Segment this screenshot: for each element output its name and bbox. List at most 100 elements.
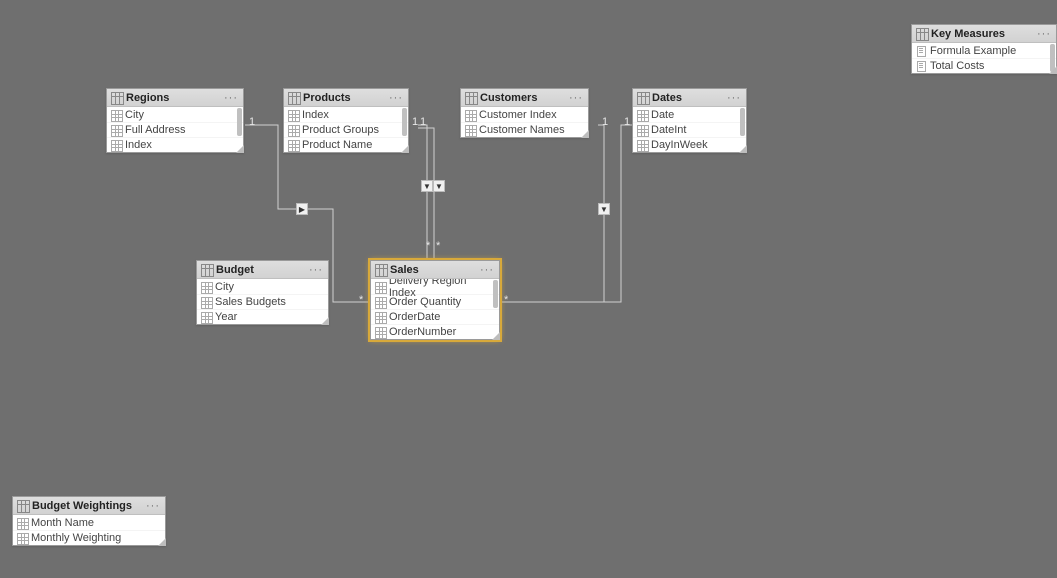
table-header[interactable]: Budget ··· [197,261,328,279]
cardinality-label-products-2: 1 [420,116,426,128]
table-header[interactable]: Dates ··· [633,89,746,107]
column-row[interactable]: DayInWeek [633,137,746,152]
table-icon [375,264,386,275]
column-row[interactable]: Index [107,137,243,152]
column-row[interactable]: Formula Example [912,43,1056,58]
column-icon [17,533,27,543]
table-icon [288,92,299,103]
column-row[interactable]: Customer Names [461,122,588,137]
table-card-budget[interactable]: Budget ··· City Sales Budgets Year [196,260,329,325]
column-name: Customer Names [479,124,565,136]
cardinality-label-sales-right: * [504,294,508,306]
resize-handle[interactable] [321,317,329,325]
column-row[interactable]: Year [197,309,328,324]
more-menu-button[interactable]: ··· [388,92,404,104]
column-name: Sales Budgets [215,296,286,308]
column-row[interactable]: DateInt [633,122,746,137]
column-icon [637,140,647,150]
table-icon [17,500,28,511]
column-icon [375,282,385,292]
column-row[interactable]: City [107,107,243,122]
column-row[interactable]: Product Groups [284,122,408,137]
column-icon [375,327,385,337]
column-name: Index [302,109,329,121]
more-menu-button[interactable]: ··· [223,92,239,104]
column-icon [201,282,211,292]
column-row[interactable]: Delivery Region Index [371,279,499,294]
more-menu-button[interactable]: ··· [145,500,161,512]
column-row[interactable]: OrderDate [371,309,499,324]
column-row[interactable]: City [197,279,328,294]
table-card-customers[interactable]: Customers ··· Customer Index Customer Na… [460,88,589,138]
column-icon [288,125,298,135]
table-card-budget-weightings[interactable]: Budget Weightings ··· Month Name Monthly… [12,496,166,546]
table-header[interactable]: Sales ··· [371,261,499,279]
resize-handle[interactable] [401,145,409,153]
column-icon [465,125,475,135]
column-name: Date [651,109,674,121]
table-title: Regions [126,92,223,104]
table-card-regions[interactable]: Regions ··· City Full Address Index [106,88,244,153]
table-header[interactable]: Key Measures ··· [912,25,1056,43]
filter-direction-arrow: ▶ [296,203,308,215]
table-icon [201,264,212,275]
column-name: Product Name [302,139,372,151]
column-name: OrderNumber [389,326,456,338]
cardinality-label-mid1: * [426,240,430,252]
cardinality-label-regions: 1 [249,116,255,128]
column-row[interactable]: Sales Budgets [197,294,328,309]
table-card-dates[interactable]: Dates ··· Date DateInt DayInWeek [632,88,747,153]
more-menu-button[interactable]: ··· [568,92,584,104]
column-row[interactable]: Full Address [107,122,243,137]
table-header[interactable]: Budget Weightings ··· [13,497,165,515]
filter-direction-arrow: ▼ [421,180,433,192]
column-name: City [215,281,234,293]
column-row[interactable]: Total Costs [912,58,1056,73]
scrollbar[interactable] [493,280,498,308]
cardinality-label-mid2: * [436,240,440,252]
resize-handle[interactable] [581,130,589,138]
column-row[interactable]: Date [633,107,746,122]
table-header[interactable]: Products ··· [284,89,408,107]
resize-handle[interactable] [1049,66,1057,74]
scrollbar[interactable] [740,108,745,136]
column-name: Product Groups [302,124,379,136]
column-row[interactable]: Month Name [13,515,165,530]
column-icon [111,110,121,120]
filter-direction-arrow: ▼ [598,203,610,215]
column-icon [375,297,385,307]
table-icon [111,92,122,103]
measure-icon [916,46,926,56]
cardinality-label-customers: 1 [602,116,608,128]
table-title: Budget Weightings [32,500,145,512]
cardinality-label-products: 1 [412,116,418,128]
measure-name: Total Costs [930,60,984,72]
more-menu-button[interactable]: ··· [308,264,324,276]
resize-handle[interactable] [158,538,166,546]
column-row[interactable]: OrderNumber [371,324,499,339]
more-menu-button[interactable]: ··· [726,92,742,104]
column-icon [637,125,647,135]
scrollbar[interactable] [402,108,407,136]
column-row[interactable]: Index [284,107,408,122]
column-row[interactable]: Customer Index [461,107,588,122]
table-icon [465,92,476,103]
resize-handle[interactable] [739,145,747,153]
table-icon [637,92,648,103]
resize-handle[interactable] [236,145,244,153]
table-card-sales[interactable]: Sales ··· Delivery Region Index Order Qu… [370,260,500,340]
more-menu-button[interactable]: ··· [479,264,495,276]
column-row[interactable]: Product Name [284,137,408,152]
table-title: Customers [480,92,568,104]
resize-handle[interactable] [492,332,500,340]
column-icon [637,110,647,120]
column-icon [375,312,385,322]
table-card-key-measures[interactable]: Key Measures ··· Formula Example Total C… [911,24,1057,74]
table-header[interactable]: Customers ··· [461,89,588,107]
column-row[interactable]: Monthly Weighting [13,530,165,545]
scrollbar[interactable] [237,108,242,136]
more-menu-button[interactable]: ··· [1036,28,1052,40]
column-icon [465,110,475,120]
table-card-products[interactable]: Products ··· Index Product Groups Produc… [283,88,409,153]
table-header[interactable]: Regions ··· [107,89,243,107]
